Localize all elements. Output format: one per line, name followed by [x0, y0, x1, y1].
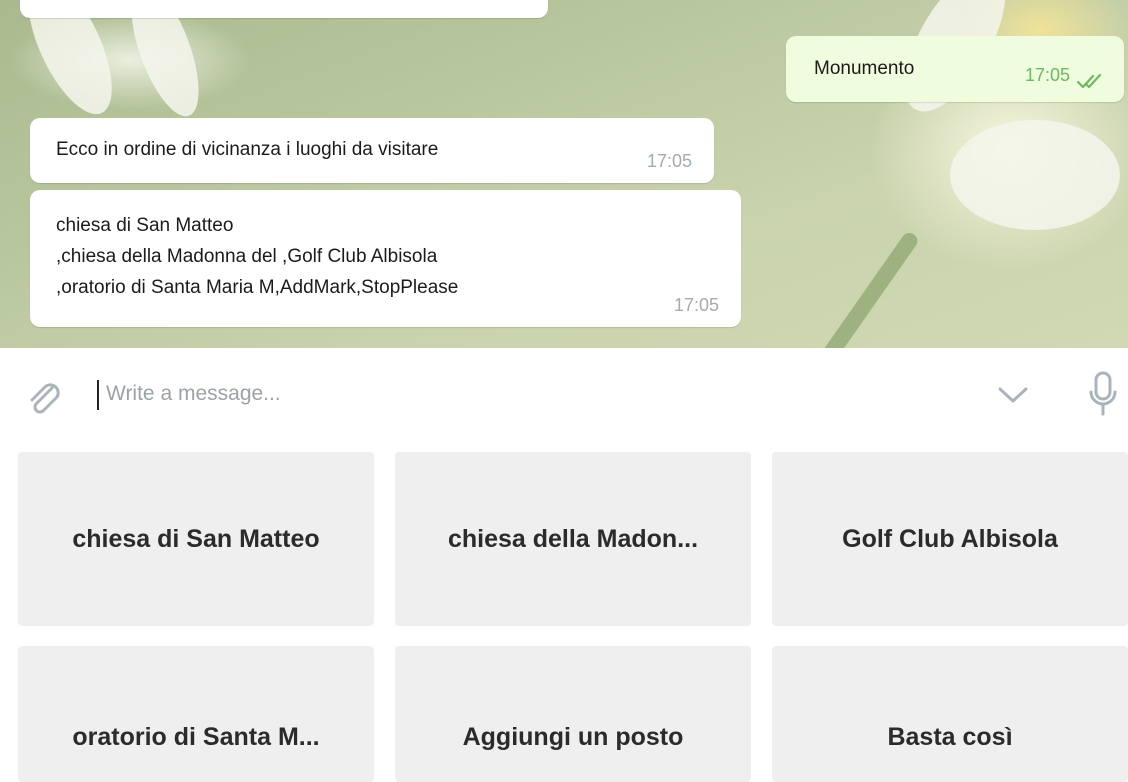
message-text: Monumento: [814, 58, 915, 79]
microphone-icon[interactable]: [1087, 370, 1119, 420]
message-line: ,chiesa della Madonna del ,Golf Club Alb…: [56, 246, 438, 267]
text-cursor: [97, 380, 99, 410]
keyboard-button-golf-club-albisola[interactable]: Golf Club Albisola: [772, 452, 1128, 626]
keyboard-button-aggiungi-posto[interactable]: Aggiungi un posto: [395, 646, 751, 782]
keyboard-button-chiesa-madonna[interactable]: chiesa della Madon...: [395, 452, 751, 626]
wallpaper-petal: [950, 120, 1120, 230]
incoming-message[interactable]: Ecco in ordine di vicinanza i luoghi da …: [30, 118, 714, 183]
bot-reply-keyboard: chiesa di San Matteo chiesa della Madon.…: [0, 444, 1128, 782]
wallpaper-stem: [815, 229, 921, 348]
paperclip-icon[interactable]: [22, 376, 66, 420]
chevron-down-icon[interactable]: [996, 384, 1030, 406]
keyboard-button-oratorio-santa-maria[interactable]: oratorio di Santa M...: [18, 646, 374, 782]
previous-message-bubble: [20, 0, 548, 18]
message-input[interactable]: [106, 374, 966, 414]
message-time: 17:05: [646, 151, 692, 171]
message-line: ,oratorio di Santa Maria M,AddMark,StopP…: [56, 277, 459, 298]
chat-history[interactable]: Monumento 17:05 Ecco in ordine di vicina…: [0, 0, 1128, 348]
keyboard-button-chiesa-san-matteo[interactable]: chiesa di San Matteo: [18, 452, 374, 626]
wallpaper-petal: [117, 0, 213, 125]
keyboard-button-basta-cosi[interactable]: Basta così: [772, 646, 1128, 782]
message-text: Ecco in ordine di vicinanza i luoghi da …: [56, 139, 439, 160]
message-time: 17:05: [1024, 65, 1070, 85]
message-composer: [0, 348, 1128, 444]
wallpaper-petal: [11, 0, 129, 126]
double-check-icon: [1076, 73, 1102, 89]
incoming-message[interactable]: chiesa di San Matteo ,chiesa della Madon…: [30, 190, 741, 327]
message-time: 17:05: [673, 295, 719, 315]
outgoing-message[interactable]: Monumento 17:05: [786, 36, 1124, 102]
message-line: chiesa di San Matteo: [56, 215, 234, 236]
